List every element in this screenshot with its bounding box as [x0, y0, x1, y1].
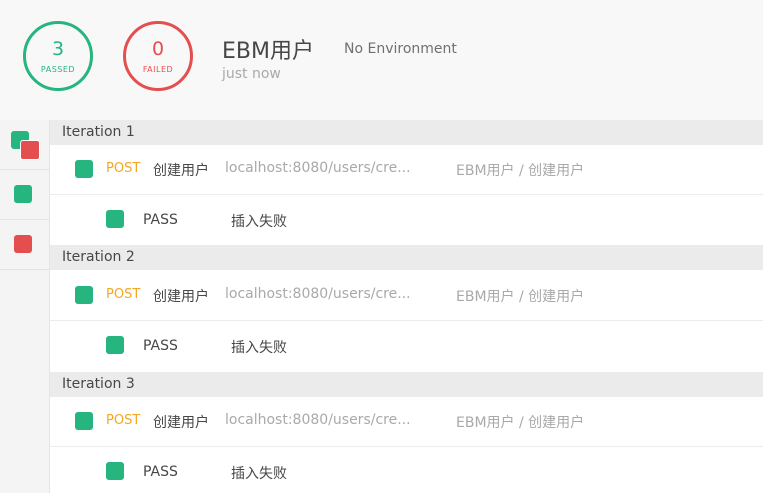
run-time: just now	[222, 66, 281, 82]
run-summary-header: 3 PASSED 0 FAILED EBM用户 No Environment j…	[0, 0, 763, 120]
test-pass-icon	[106, 336, 124, 354]
iteration-label: Iteration 3	[62, 376, 135, 392]
test-row: PASS 插入失败	[50, 195, 763, 245]
collection-name: EBM用户	[222, 39, 314, 64]
request-method: POST	[106, 413, 141, 428]
test-row: PASS 插入失败	[50, 447, 763, 497]
result-filter-sidebar	[0, 120, 50, 493]
failed-counter: 0 FAILED	[123, 21, 193, 91]
request-pass-icon	[75, 160, 93, 178]
iteration-header: Iteration 1	[50, 120, 763, 145]
passed-counter: 3 PASSED	[23, 21, 93, 91]
iteration-header: Iteration 3	[50, 372, 763, 397]
request-row[interactable]: POST 创建用户 localhost:8080/users/cre... EB…	[50, 397, 763, 447]
iteration-label: Iteration 1	[62, 124, 135, 140]
test-pass-icon	[106, 462, 124, 480]
test-status: PASS	[143, 464, 178, 480]
test-name: 插入失败	[231, 340, 287, 356]
environment-name: No Environment	[344, 41, 457, 57]
failed-count: 0	[151, 38, 165, 60]
test-row: PASS 插入失败	[50, 321, 763, 371]
filter-failed-button[interactable]	[0, 220, 49, 270]
request-url: localhost:8080/users/cre...	[225, 160, 411, 176]
filter-all-button[interactable]	[0, 120, 49, 170]
request-path: EBM用户 / 创建用户	[456, 415, 585, 431]
failed-filter-icon	[14, 235, 32, 253]
passed-filter-icon	[14, 185, 32, 203]
all-results-icon-red-square	[20, 140, 40, 160]
request-pass-icon	[75, 412, 93, 430]
test-name: 插入失败	[231, 466, 287, 482]
iteration-header: Iteration 2	[50, 245, 763, 270]
request-method: POST	[106, 287, 141, 302]
request-url: localhost:8080/users/cre...	[225, 286, 411, 302]
passed-count: 3	[51, 38, 65, 60]
request-method: POST	[106, 161, 141, 176]
request-name: 创建用户	[153, 289, 209, 305]
request-row[interactable]: POST 创建用户 localhost:8080/users/cre... EB…	[50, 145, 763, 195]
iteration-label: Iteration 2	[62, 249, 135, 265]
request-name: 创建用户	[153, 415, 209, 431]
request-pass-icon	[75, 286, 93, 304]
test-name: 插入失败	[231, 214, 287, 230]
request-url: localhost:8080/users/cre...	[225, 412, 411, 428]
test-status: PASS	[143, 212, 178, 228]
passed-label: PASSED	[40, 65, 76, 74]
iterations-list: Iteration 1 POST 创建用户 localhost:8080/use…	[50, 120, 763, 497]
test-pass-icon	[106, 210, 124, 228]
failed-label: FAILED	[142, 65, 174, 74]
request-name: 创建用户	[153, 163, 209, 179]
filter-passed-button[interactable]	[0, 170, 49, 220]
test-status: PASS	[143, 338, 178, 354]
request-path: EBM用户 / 创建用户	[456, 289, 585, 305]
request-row[interactable]: POST 创建用户 localhost:8080/users/cre... EB…	[50, 271, 763, 321]
request-path: EBM用户 / 创建用户	[456, 163, 585, 179]
